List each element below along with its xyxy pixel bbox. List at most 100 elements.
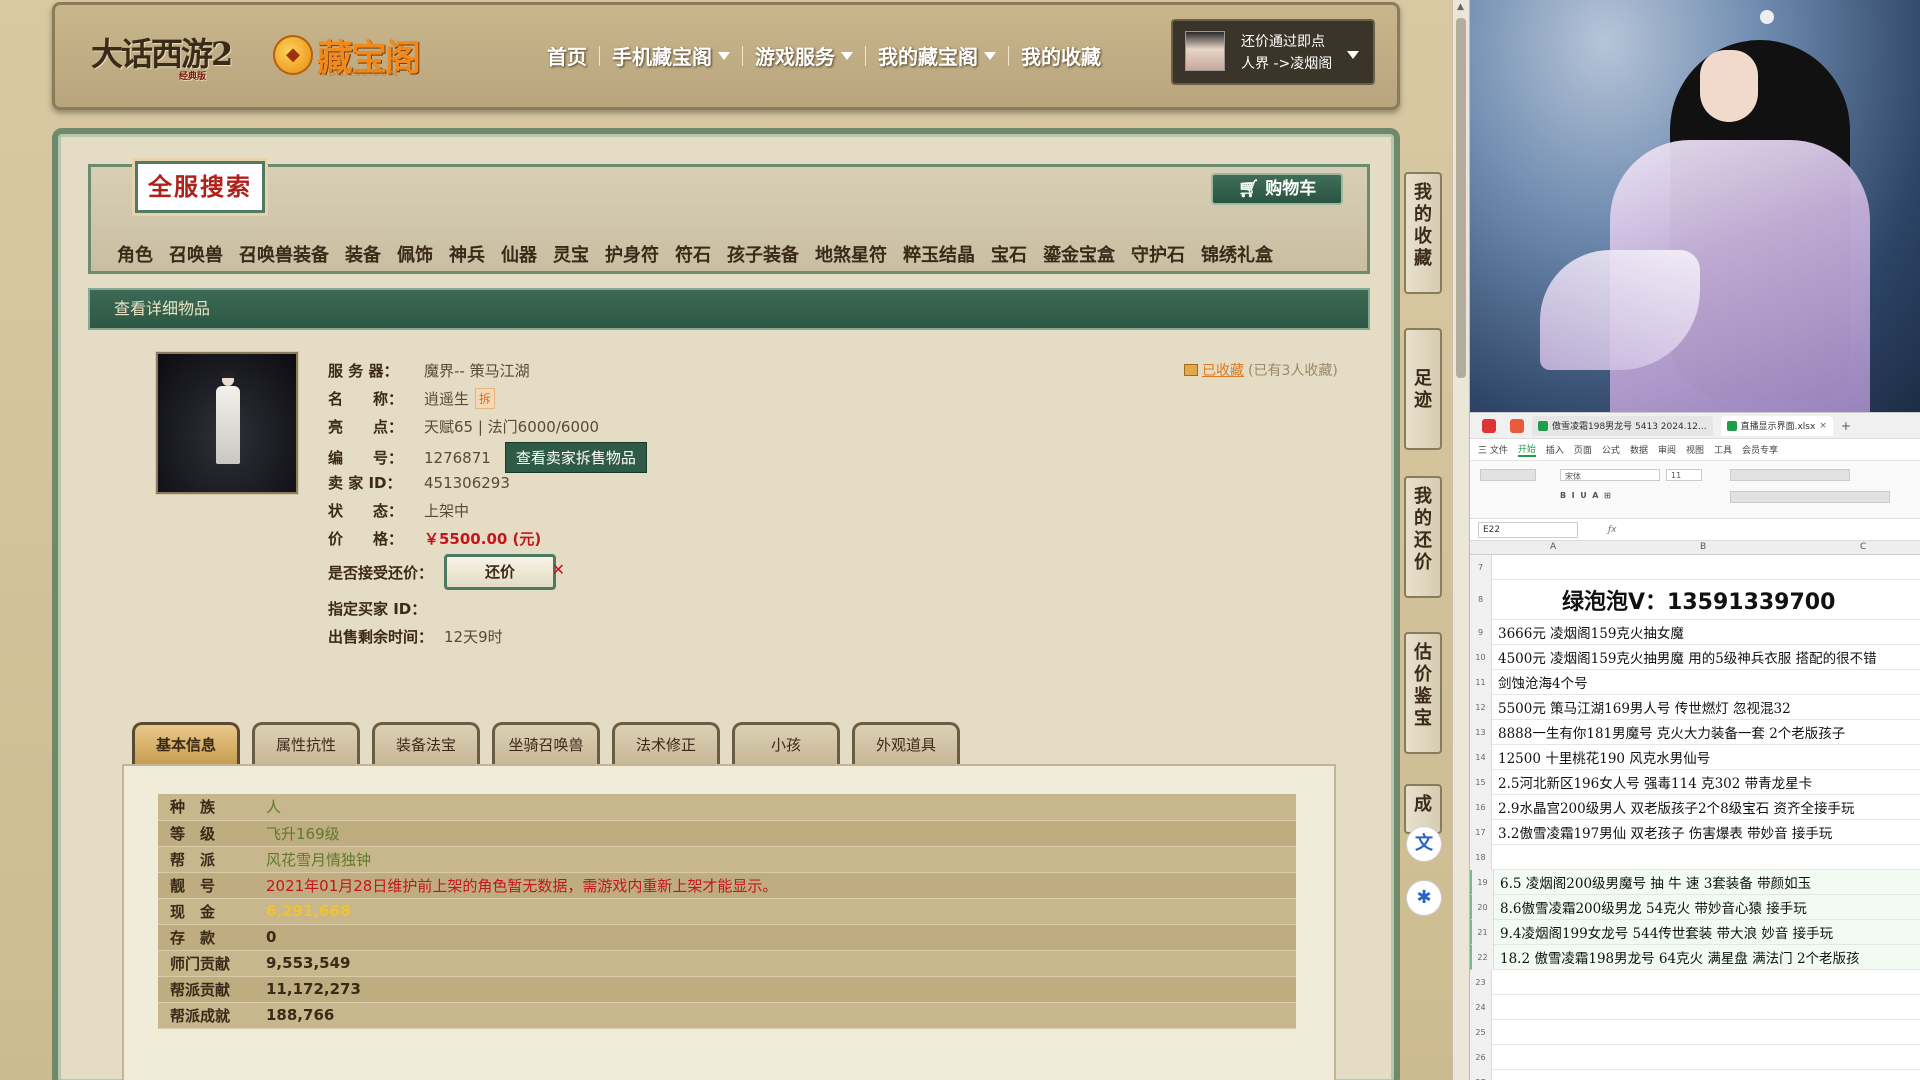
- sheet-cell[interactable]: 3666元 凌烟阁159克火抽女魔: [1492, 622, 1684, 642]
- sheet-cell[interactable]: 3.2傲雪凌霜197男仙 双老孩子 伤害爆表 带妙音 接手玩: [1492, 822, 1832, 842]
- row-number[interactable]: 26: [1470, 1044, 1492, 1070]
- nav-item-4[interactable]: 我的收藏: [1009, 41, 1113, 70]
- ai-assistant-icon[interactable]: ✱: [1406, 880, 1442, 916]
- nav-item-3[interactable]: 我的藏宝阁: [866, 41, 1008, 70]
- sheet-cell[interactable]: 绿泡泡V：13591339700: [1492, 584, 1835, 616]
- row-number[interactable]: 27: [1470, 1069, 1492, 1080]
- font-name-select[interactable]: 宋体: [1560, 469, 1660, 481]
- offer-button[interactable]: 还价 ✕: [444, 554, 565, 590]
- category-4[interactable]: 佩饰: [389, 241, 441, 267]
- sheet-cell[interactable]: 6.5 凌烟阁200级男魔号 抽 牛 速 3套装备 带颜如玉: [1494, 872, 1811, 892]
- file-tab-2[interactable]: 直播显示界面.xlsx ×: [1720, 415, 1833, 436]
- tab-6[interactable]: 外观道具: [852, 722, 960, 766]
- category-7[interactable]: 灵宝: [545, 241, 597, 267]
- row-number[interactable]: 18: [1470, 844, 1492, 870]
- menu-0[interactable]: 三 文件: [1478, 443, 1508, 456]
- new-tab-icon[interactable]: +: [1841, 419, 1851, 433]
- tab-3[interactable]: 坐骑召唤兽: [492, 722, 600, 766]
- sheet-cell[interactable]: 2.5河北新区196女人号 强毒114 克302 带青龙星卡: [1492, 772, 1812, 792]
- scrollbar-thumb[interactable]: [1456, 18, 1466, 378]
- sheet-cell[interactable]: 18.2 傲雪凌霜198男龙号 64克火 满星盘 满法门 2个老版孩: [1494, 947, 1860, 967]
- category-2[interactable]: 召唤兽装备: [231, 241, 337, 267]
- sheet-cell[interactable]: 9.4凌烟阁199女龙号 544传世套装 带大浪 妙音 接手玩: [1494, 922, 1833, 942]
- menu-5[interactable]: 数据: [1630, 443, 1648, 456]
- row-number[interactable]: 11: [1470, 669, 1492, 695]
- nav-item-2[interactable]: 游戏服务: [743, 41, 865, 70]
- formula-icon[interactable]: ƒx: [1608, 525, 1617, 535]
- cart-button[interactable]: 🛒︎ 购物车: [1211, 173, 1343, 205]
- pdf-icon[interactable]: [1510, 418, 1524, 433]
- menu-3[interactable]: 页面: [1574, 443, 1592, 456]
- row-number[interactable]: 23: [1470, 969, 1492, 995]
- row-number[interactable]: 9: [1470, 619, 1492, 645]
- tab-4[interactable]: 法术修正: [612, 722, 720, 766]
- row-number[interactable]: 7: [1470, 554, 1492, 580]
- menu-1[interactable]: 开始: [1517, 442, 1536, 457]
- column-a[interactable]: A: [1550, 542, 1556, 552]
- side-tab-appraisal[interactable]: 估价鉴宝: [1404, 632, 1442, 754]
- category-13[interactable]: 宝石: [983, 241, 1035, 267]
- merge-buttons[interactable]: [1730, 491, 1890, 503]
- sheet-cell[interactable]: 8888一生有你181男魔号 克火大力装备一套 2个老版孩子: [1492, 722, 1845, 742]
- page-scrollbar[interactable]: ▲: [1452, 0, 1469, 1080]
- cell-reference[interactable]: E22: [1478, 521, 1578, 538]
- menu-8[interactable]: 工具: [1714, 443, 1732, 456]
- category-6[interactable]: 仙器: [493, 241, 545, 267]
- row-number[interactable]: 20: [1472, 894, 1494, 920]
- sheet-cell[interactable]: 8.6傲雪凌霜200级男龙 54克火 带妙音心猿 接手玩: [1494, 897, 1807, 917]
- row-number[interactable]: 8: [1470, 579, 1492, 620]
- format-buttons[interactable]: B I U A ⊞: [1560, 491, 1710, 503]
- row-number[interactable]: 12: [1470, 694, 1492, 720]
- game-logo[interactable]: 大话西游2 经典版: [91, 29, 233, 82]
- menu-4[interactable]: 公式: [1602, 443, 1620, 456]
- nav-item-0[interactable]: 首页: [535, 41, 599, 70]
- sheet-cell[interactable]: 2.9水晶宫200级男人 双老版孩子2个8级宝石 资齐全接手玩: [1492, 797, 1855, 817]
- tab-5[interactable]: 小孩: [732, 722, 840, 766]
- category-12[interactable]: 粹玉结晶: [895, 241, 983, 267]
- wps-icon[interactable]: [1482, 418, 1496, 433]
- scroll-up-icon[interactable]: ▲: [1457, 2, 1464, 12]
- side-tab-footprint[interactable]: 足迹: [1404, 328, 1442, 450]
- menu-6[interactable]: 审阅: [1658, 443, 1676, 456]
- font-size-select[interactable]: 11: [1666, 469, 1702, 481]
- category-8[interactable]: 护身符: [597, 241, 667, 267]
- sheet-cell[interactable]: 12500 十里桃花190 风克水男仙号: [1492, 747, 1710, 767]
- row-number[interactable]: 24: [1470, 994, 1492, 1020]
- close-icon[interactable]: ✕: [552, 555, 565, 585]
- favorite-link[interactable]: 已收藏: [1202, 360, 1244, 380]
- chevron-down-icon[interactable]: [1347, 51, 1359, 59]
- category-15[interactable]: 守护石: [1123, 241, 1193, 267]
- row-number[interactable]: 25: [1470, 1019, 1492, 1045]
- row-number[interactable]: 19: [1472, 869, 1494, 895]
- seller-items-button[interactable]: 查看卖家拆售物品: [504, 442, 647, 473]
- category-3[interactable]: 装备: [337, 241, 389, 267]
- menu-7[interactable]: 视图: [1686, 443, 1704, 456]
- paste-button[interactable]: [1480, 469, 1536, 481]
- column-c[interactable]: C: [1860, 542, 1866, 552]
- category-0[interactable]: 角色: [109, 241, 161, 267]
- user-menu[interactable]: 还价通过即点 人界 ->凌烟阁: [1171, 19, 1375, 85]
- row-number[interactable]: 21: [1472, 919, 1494, 945]
- column-b[interactable]: B: [1700, 542, 1706, 552]
- row-number[interactable]: 17: [1470, 819, 1492, 845]
- row-number[interactable]: 15: [1470, 769, 1492, 795]
- row-number[interactable]: 14: [1470, 744, 1492, 770]
- category-9[interactable]: 符石: [667, 241, 719, 267]
- category-5[interactable]: 神兵: [441, 241, 493, 267]
- row-number[interactable]: 13: [1470, 719, 1492, 745]
- tab-1[interactable]: 属性抗性: [252, 722, 360, 766]
- category-14[interactable]: 鎏金宝盒: [1035, 241, 1123, 267]
- file-tab-1[interactable]: 傲雪凌霜198男龙号 5413 2024.12...: [1532, 415, 1713, 436]
- row-number[interactable]: 16: [1470, 794, 1492, 820]
- row-number[interactable]: 10: [1470, 644, 1492, 670]
- nav-item-1[interactable]: 手机藏宝阁: [600, 41, 742, 70]
- menu-9[interactable]: 会员专享: [1742, 443, 1778, 456]
- category-10[interactable]: 孩子装备: [719, 241, 807, 267]
- sheet-cell[interactable]: 4500元 凌烟阁159克火抽男魔 用的5级神兵衣服 搭配的很不错: [1492, 647, 1877, 667]
- category-16[interactable]: 锦绣礼盒: [1193, 241, 1281, 267]
- category-11[interactable]: 地煞星符: [807, 241, 895, 267]
- tab-0[interactable]: 基本信息: [132, 722, 240, 766]
- sheet-cell[interactable]: 剑蚀沧海4个号: [1492, 672, 1588, 692]
- row-number[interactable]: 22: [1472, 944, 1494, 970]
- site-logo[interactable]: ◆ 藏宝阁 CBG.163.COM: [273, 27, 421, 83]
